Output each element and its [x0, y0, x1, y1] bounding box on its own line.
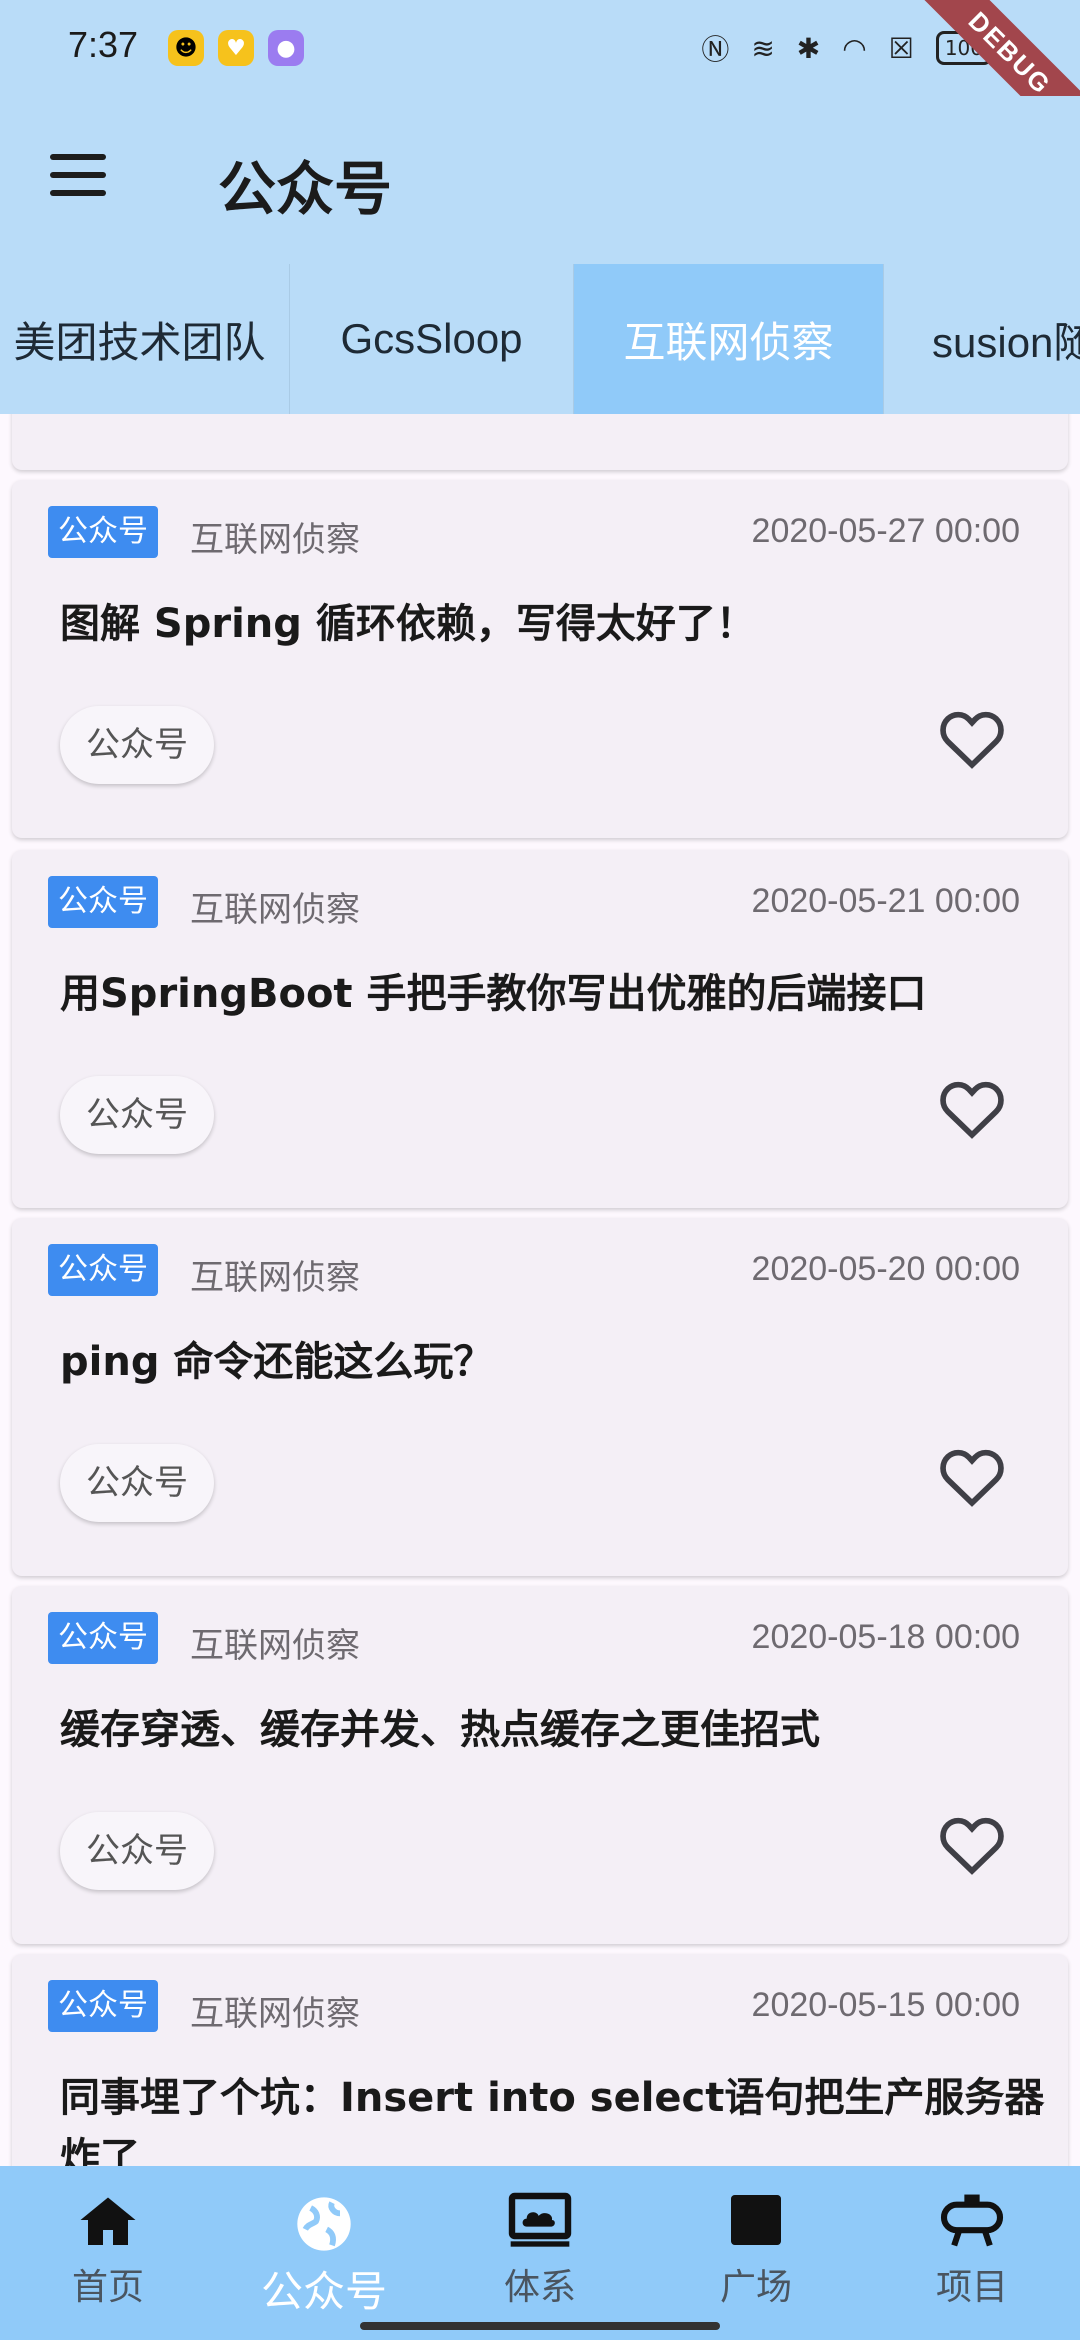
- tab-meituan[interactable]: 美团技术团队: [0, 264, 290, 414]
- tab-label: 互联网侦察: [623, 318, 834, 366]
- article-card[interactable]: [12, 414, 1068, 470]
- author-name: 互联网侦察: [190, 1626, 360, 1666]
- article-title: ping 命令还能这么玩？: [60, 1339, 494, 1385]
- publish-date: 2020-05-21 00:00: [751, 882, 1020, 920]
- square-icon: [731, 2195, 781, 2245]
- app-bar: 公众号: [0, 96, 1080, 264]
- vibrate-icon: ≋: [751, 31, 775, 65]
- tab-gcssloop[interactable]: GcsSloop: [290, 264, 574, 414]
- author-name: 互联网侦察: [190, 1258, 360, 1298]
- article-card[interactable]: 公众号 互联网侦察 2020-05-27 00:00 图解 Spring 循环依…: [12, 480, 1068, 838]
- globe-icon: [297, 2197, 351, 2251]
- category-badge: 公众号: [48, 1244, 158, 1296]
- status-time: 7:37: [68, 24, 139, 65]
- nav-wechat-official[interactable]: 公众号: [216, 2192, 432, 2319]
- heart-icon[interactable]: [938, 1444, 1006, 1508]
- nav-label: 项目: [935, 2267, 1008, 2308]
- menu-icon[interactable]: [50, 154, 120, 210]
- nav-system[interactable]: 体系: [432, 2192, 648, 2310]
- chapter-chip[interactable]: 公众号: [60, 1076, 214, 1154]
- nav-home[interactable]: 首页: [0, 2192, 216, 2310]
- author-name: 互联网侦察: [190, 890, 360, 930]
- category-badge: 公众号: [48, 1980, 158, 2032]
- article-card[interactable]: 公众号 互联网侦察 2020-05-15 00:00 同事埋了个坑：Insert…: [12, 1954, 1068, 2166]
- heart-icon[interactable]: [938, 1076, 1006, 1140]
- status-bar: 7:37 ☻ ♥ ● Ⓝ ≋ ✱ ◠ ☒ 100: [0, 0, 1080, 96]
- article-card[interactable]: 公众号 互联网侦察 2020-05-20 00:00 ping 命令还能这么玩？…: [12, 1218, 1068, 1576]
- tab-bar: 美团技术团队 GcsSloop 互联网侦察 susion随: [0, 264, 1080, 414]
- app-notification-icon: ●: [268, 30, 304, 66]
- bluetooth-icon: ✱: [796, 31, 821, 65]
- bottom-navigation: 首页 公众号 体系 广场 项目: [0, 2166, 1080, 2340]
- article-card[interactable]: 公众号 互联网侦察 2020-05-18 00:00 缓存穿透、缓存并发、热点缓…: [12, 1586, 1068, 1944]
- chapter-chip[interactable]: 公众号: [60, 706, 214, 784]
- sim-icon: ☒: [888, 31, 914, 65]
- author-name: 互联网侦察: [190, 520, 360, 560]
- tab-susion[interactable]: susion随: [884, 264, 1080, 414]
- nav-label: 广场: [719, 2267, 792, 2308]
- nav-label: 体系: [503, 2267, 576, 2308]
- article-title: 图解 Spring 循环依赖，写得太好了！: [60, 601, 756, 647]
- tab-internet-recon[interactable]: 互联网侦察: [574, 264, 884, 414]
- nav-square[interactable]: 广场: [648, 2192, 864, 2310]
- project-icon: [940, 2194, 1004, 2247]
- publish-date: 2020-05-15 00:00: [751, 1986, 1020, 2024]
- nfc-icon: Ⓝ: [701, 33, 730, 66]
- page-title: 公众号: [218, 155, 393, 223]
- article-title: 缓存穿透、缓存并发、热点缓存之更佳招式: [60, 1707, 820, 1753]
- category-badge: 公众号: [48, 1612, 158, 1664]
- publish-date: 2020-05-27 00:00: [751, 512, 1020, 550]
- nav-label: 公众号: [260, 2267, 387, 2316]
- author-name: 互联网侦察: [190, 1994, 360, 2034]
- chapter-chip[interactable]: 公众号: [60, 1812, 214, 1890]
- heart-icon[interactable]: [938, 706, 1006, 770]
- status-app-icons: ☻ ♥ ●: [168, 30, 304, 66]
- article-title: 同事埋了个坑：Insert into select语句把生产服务器炸了: [60, 2075, 1045, 2166]
- article-list: 公众号 互联网侦察 2020-05-27 00:00 图解 Spring 循环依…: [0, 414, 1080, 2166]
- publish-date: 2020-05-18 00:00: [751, 1618, 1020, 1656]
- tab-label: 美团技术团队: [13, 318, 266, 366]
- article-title: 用SpringBoot 手把手教你写出优雅的后端接口: [60, 971, 927, 1017]
- tab-label: GcsSloop: [340, 315, 523, 362]
- tab-label: susion随: [932, 318, 1080, 366]
- article-card[interactable]: 公众号 互联网侦察 2020-05-21 00:00 用SpringBoot 手…: [12, 850, 1068, 1208]
- nav-project[interactable]: 项目: [864, 2192, 1080, 2310]
- cloud-box-icon: [508, 2192, 572, 2247]
- home-indicator[interactable]: [360, 2322, 720, 2330]
- heart-icon[interactable]: [938, 1812, 1006, 1876]
- status-indicators: Ⓝ ≋ ✱ ◠ ☒ 100: [701, 28, 992, 68]
- chapter-chip[interactable]: 公众号: [60, 1444, 214, 1522]
- publish-date: 2020-05-20 00:00: [751, 1250, 1020, 1288]
- wifi-icon: ◠: [842, 31, 867, 65]
- category-badge: 公众号: [48, 506, 158, 558]
- home-icon: [80, 2197, 136, 2245]
- app-notification-icon: ☻: [168, 30, 204, 66]
- nav-label: 首页: [71, 2267, 144, 2308]
- category-badge: 公众号: [48, 876, 158, 928]
- app-notification-icon: ♥: [218, 30, 254, 66]
